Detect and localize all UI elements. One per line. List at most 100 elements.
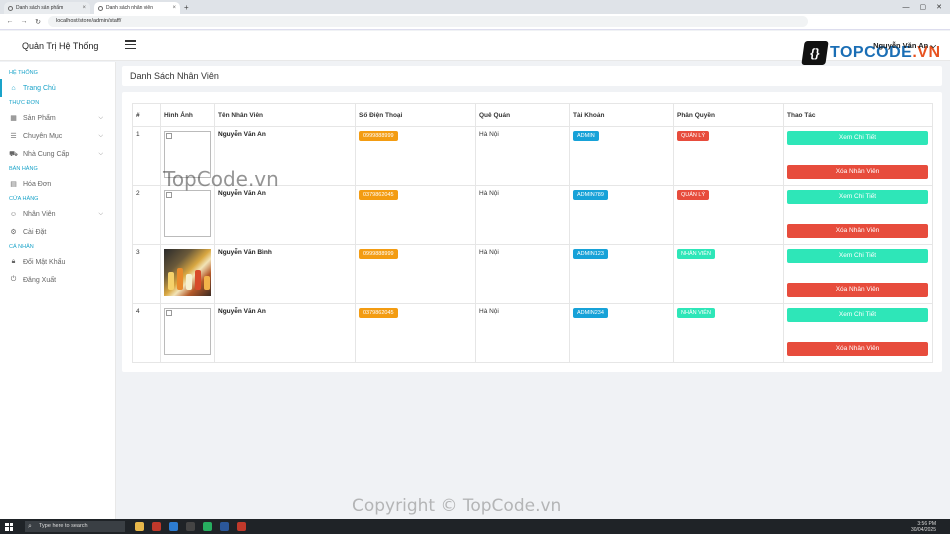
watermark-top: TopCode.vn: [163, 167, 279, 191]
col-actions: Thao Tác: [783, 103, 933, 127]
row-index: 4: [132, 303, 161, 363]
close-window-icon[interactable]: ✕: [936, 2, 942, 14]
close-icon[interactable]: ×: [82, 5, 86, 11]
browser-tab-products[interactable]: Danh sách sản phẩm ×: [4, 2, 90, 14]
globe-icon: [98, 5, 103, 11]
account-badge: ADMIN234: [573, 308, 608, 318]
sidebar-section-menu: THỰC ĐƠN: [9, 100, 40, 106]
minimize-icon[interactable]: —: [903, 2, 910, 14]
role-badge: NHÂN VIÊN: [677, 249, 715, 259]
invoice-icon: ▤: [10, 181, 17, 188]
role-badge: QUẢN LÝ: [677, 131, 710, 141]
delete-staff-button[interactable]: Xóa Nhân Viên: [787, 224, 928, 238]
row-index: 3: [132, 244, 161, 304]
col-phone: Số Điện Thoại: [355, 103, 476, 127]
phone-badge: 0379862045: [359, 308, 398, 318]
user-icon: ☺: [9, 210, 18, 218]
col-name: Tên Nhân Viên: [214, 103, 356, 127]
phone-badge: 0999888999: [359, 249, 398, 259]
media-icon[interactable]: [237, 522, 246, 531]
sidebar-item-categories[interactable]: ☰ Chuyên Mục ⌵: [0, 127, 115, 145]
logo-mark-icon: {}: [801, 41, 829, 65]
power-icon: ⏻: [10, 276, 17, 283]
table-row: 4 Nguyễn Văn An 0379862045 Hà Nội ADMIN2…: [132, 303, 933, 363]
col-index: #: [132, 103, 161, 127]
brand-title[interactable]: Quản Trị Hệ Thống: [22, 41, 98, 51]
account-badge: ADMIN: [573, 131, 599, 141]
forward-icon[interactable]: →: [20, 18, 28, 25]
account-badge: ADMIN123: [573, 249, 608, 259]
address-bar: ← → ↻ localhost/store/admin/staff/: [0, 14, 950, 30]
staff-table: # Hình Ảnh Tên Nhân Viên Số Điện Thoại Q…: [132, 103, 933, 363]
windows-start-icon[interactable]: [5, 522, 13, 531]
watermark-copyright: Copyright © TopCode.vn: [352, 496, 562, 516]
sidebar-item-invoices[interactable]: ▤ Hóa Đơn: [0, 175, 115, 193]
file-explorer-icon[interactable]: [135, 522, 144, 531]
staff-name: Nguyễn Văn An: [214, 185, 356, 245]
table-header-row: # Hình Ảnh Tên Nhân Viên Số Điện Thoại Q…: [132, 103, 933, 127]
chevron-down-icon: ⌵: [930, 41, 936, 50]
view-detail-button[interactable]: Xem Chi Tiết: [787, 131, 928, 145]
sidebar-section-store: CỬA HÀNG: [9, 196, 39, 202]
url-input[interactable]: localhost/store/admin/staff/: [48, 16, 808, 27]
word-icon[interactable]: [220, 522, 229, 531]
col-account: Tài Khoản: [569, 103, 674, 127]
staff-hometown: Hà Nội: [475, 185, 570, 245]
tab-title: Danh sách nhân viên: [106, 5, 153, 11]
staff-hometown: Hà Nội: [475, 244, 570, 304]
new-tab-icon[interactable]: +: [184, 2, 189, 14]
globe-icon: [8, 5, 13, 11]
staff-hometown: Hà Nội: [475, 303, 570, 363]
table-row: 3 Nguyễn Văn Bình 0999888999 Hà Nội ADMI…: [132, 244, 933, 304]
list-icon: ☰: [10, 133, 17, 140]
col-role: Phân Quyền: [673, 103, 784, 127]
view-detail-button[interactable]: Xem Chi Tiết: [787, 308, 928, 322]
window-controls: — ▢ ✕: [903, 2, 950, 14]
phone-badge: 0999888999: [359, 131, 398, 141]
staff-name: Nguyễn Văn Bình: [214, 244, 356, 304]
view-detail-button[interactable]: Xem Chi Tiết: [787, 249, 928, 263]
menu-toggle-icon[interactable]: [125, 40, 136, 49]
staff-hometown: Hà Nội: [475, 126, 570, 186]
terminal-icon[interactable]: [186, 522, 195, 531]
browser-tab-staff[interactable]: Danh sách nhân viên ×: [94, 2, 180, 14]
app-icon[interactable]: [203, 522, 212, 531]
delete-staff-button[interactable]: Xóa Nhân Viên: [787, 165, 928, 179]
staff-photo: [164, 249, 211, 296]
maximize-icon[interactable]: ▢: [920, 2, 927, 14]
table-row: 2 Nguyễn Văn An 0379862045 Hà Nội ADMIN7…: [132, 185, 933, 245]
role-badge: NHÂN VIÊN: [677, 308, 715, 318]
back-icon[interactable]: ←: [6, 18, 14, 25]
delete-staff-button[interactable]: Xóa Nhân Viên: [787, 283, 928, 297]
page-title: Danh Sách Nhân Viên: [130, 71, 219, 81]
browser-icon[interactable]: [152, 522, 161, 531]
sidebar-item-products[interactable]: ▦ Sản Phẩm ⌵: [0, 109, 115, 127]
chevron-down-icon: ⌵: [98, 210, 103, 217]
delete-staff-button[interactable]: Xóa Nhân Viên: [787, 342, 928, 356]
home-icon: ⌂: [11, 84, 16, 92]
role-badge: QUẢN LÝ: [677, 190, 710, 200]
staff-photo-broken: [164, 190, 211, 237]
sidebar-section-sales: BÁN HÀNG: [9, 166, 38, 172]
close-icon[interactable]: ×: [172, 5, 176, 11]
view-detail-button[interactable]: Xem Chi Tiết: [787, 190, 928, 204]
staff-table-card: # Hình Ảnh Tên Nhân Viên Số Điện Thoại Q…: [122, 92, 942, 372]
sidebar-item-change-password[interactable]: 🔒︎ Đổi Mật Khẩu: [0, 253, 115, 271]
browser-tab-bar: Danh sách sản phẩm × Danh sách nhân viên…: [0, 0, 950, 14]
sidebar: HỆ THỐNG ⌂ Trang Chủ THỰC ĐƠN ▦ Sản Phẩm…: [0, 62, 116, 519]
sidebar-item-settings[interactable]: ⚙ Cài Đặt: [0, 223, 115, 241]
app-header: Quản Trị Hệ Thống {} TOPCODE.VN Nguyễn V…: [0, 31, 950, 65]
vscode-icon[interactable]: [169, 522, 178, 531]
chevron-down-icon: ⌵: [98, 150, 103, 157]
row-index: 2: [132, 185, 161, 245]
taskbar-clock: 3:56 PM 30/04/2025: [910, 520, 936, 533]
sidebar-item-home[interactable]: ⌂ Trang Chủ: [0, 79, 115, 97]
taskbar-search-input[interactable]: Type here to search: [25, 521, 125, 532]
user-menu[interactable]: Nguyễn Văn An ⌵: [873, 41, 936, 51]
sidebar-section-personal: CÁ NHÂN: [9, 244, 34, 250]
tab-title: Danh sách sản phẩm: [16, 5, 64, 11]
sidebar-item-logout[interactable]: ⏻ Đăng Xuất: [0, 271, 115, 289]
reload-icon[interactable]: ↻: [34, 18, 42, 26]
sidebar-item-suppliers[interactable]: ⛟ Nhà Cung Cấp ⌵: [0, 145, 115, 163]
sidebar-item-staff[interactable]: ☺ Nhân Viên ⌵: [0, 205, 115, 223]
